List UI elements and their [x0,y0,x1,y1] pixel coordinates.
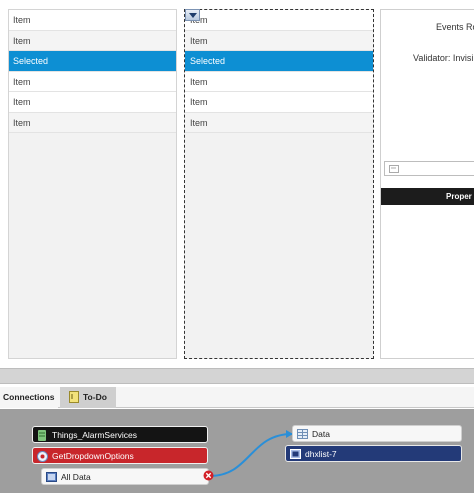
widget-property-data[interactable]: Data [292,425,462,442]
left-list: Item Item Selected Item Item Item [8,9,177,359]
sticky-note-icon [69,391,79,403]
list-item[interactable]: Item [185,112,373,133]
validator-label: Validator: Invisi [413,53,474,63]
panel-splitter[interactable] [0,368,474,384]
properties-panel: Events Ro Validator: Invisi Proper [380,9,474,359]
chevron-down-icon [189,13,197,18]
service-node-alarm-services[interactable]: Things_AlarmServices [32,426,208,443]
infotable-output-all-data[interactable]: All Data [41,468,209,485]
grid-icon [297,429,308,439]
list-item[interactable]: Item [9,30,176,51]
list-item[interactable]: Item [185,71,373,92]
list-item-selected[interactable]: Selected [185,51,373,72]
events-panel-title: Events Ro [436,22,474,32]
tab-todo[interactable]: To-Do [60,387,116,408]
list-item[interactable]: Item [9,112,176,133]
service-icon [37,451,48,462]
bottom-tab-bar: Connections To-Do [0,387,474,408]
infotable-icon [46,472,57,482]
right-list-selected-widget[interactable]: Item Item Selected Item Item Item [184,9,374,359]
list-item[interactable]: Item [9,92,176,113]
widget-node-dhxlist[interactable]: dhxlist-7 [285,445,462,462]
list-item[interactable]: Item [185,30,373,51]
property-filter-input[interactable] [384,161,474,176]
list-item[interactable]: Item [9,10,176,31]
tab-connections[interactable]: Connections [0,387,58,408]
database-icon [38,430,46,441]
widget-icon [290,449,301,459]
list-item[interactable]: Item [185,10,373,31]
list-item[interactable]: Item [9,71,176,92]
list-item-selected[interactable]: Selected [9,51,176,72]
service-node-get-dropdown-options[interactable]: GetDropdownOptions [32,447,208,464]
properties-table-header: Proper [381,188,474,205]
remove-binding-icon[interactable] [203,470,214,481]
list-item[interactable]: Item [185,92,373,113]
widget-menu-dropdown-button[interactable] [185,9,200,21]
connections-canvas[interactable]: Things_AlarmServices GetDropdownOptions … [0,409,474,493]
filter-icon [389,165,399,173]
